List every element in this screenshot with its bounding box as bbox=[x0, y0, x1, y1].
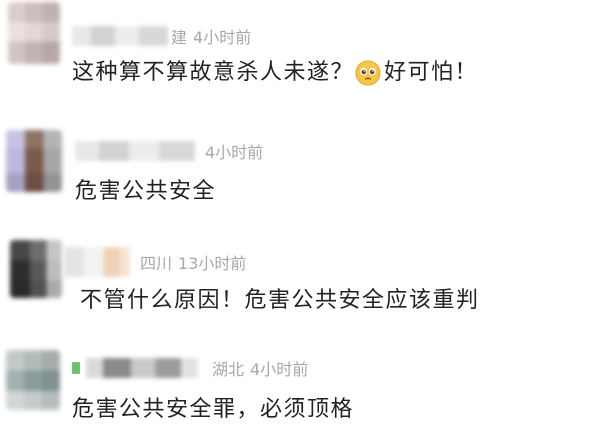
avatar[interactable] bbox=[6, 350, 60, 410]
timestamp: 4小时前 bbox=[250, 360, 309, 379]
comment-meta: 湖北 4小时前 bbox=[72, 356, 308, 380]
comment-item: 4小时前 危害公共安全 bbox=[0, 125, 600, 235]
avatar[interactable] bbox=[6, 130, 62, 192]
pleading-face-icon bbox=[355, 60, 381, 86]
timestamp: 4小时前 bbox=[205, 143, 264, 162]
comment-meta: 四川 13小时前 bbox=[64, 247, 247, 277]
username-redacted[interactable] bbox=[72, 26, 168, 46]
comment-meta: 建 4小时前 bbox=[72, 24, 251, 48]
username-redacted[interactable] bbox=[64, 247, 130, 277]
username-suffix[interactable]: 建 bbox=[171, 24, 187, 48]
comment-item: 四川 13小时前 不管什么原因！危害公共安全应该重判 bbox=[0, 235, 600, 345]
location-label: 四川 bbox=[140, 254, 173, 273]
comment-item: 建 4小时前 这种算不算故意杀人未遂？ 好可怕！ bbox=[0, 0, 600, 110]
green-badge-icon bbox=[72, 362, 80, 374]
comment-meta: 4小时前 bbox=[75, 139, 263, 163]
location-label: 湖北 bbox=[212, 360, 245, 379]
avatar[interactable] bbox=[10, 240, 62, 298]
username-redacted[interactable] bbox=[86, 358, 198, 378]
username-redacted[interactable] bbox=[75, 141, 195, 161]
comment-text-part: 这种算不算故意杀人未遂？ bbox=[72, 60, 355, 85]
comment-text: 这种算不算故意杀人未遂？ 好可怕！ bbox=[72, 60, 478, 86]
comment-text: 危害公共安全 bbox=[75, 179, 217, 204]
timestamp: 13小时前 bbox=[178, 254, 247, 273]
comment-item: 湖北 4小时前 危害公共安全罪，必须顶格 bbox=[0, 345, 600, 446]
comment-text: 不管什么原因！危害公共安全应该重判 bbox=[80, 288, 480, 313]
comment-text-part: 好可怕！ bbox=[384, 60, 479, 85]
avatar[interactable] bbox=[8, 2, 60, 64]
timestamp: 4小时前 bbox=[193, 28, 252, 47]
comment-list: 建 4小时前 这种算不算故意杀人未遂？ 好可怕！ 4小时前 危害公共安全 四川 … bbox=[0, 0, 600, 446]
comment-text: 危害公共安全罪，必须顶格 bbox=[72, 397, 355, 422]
